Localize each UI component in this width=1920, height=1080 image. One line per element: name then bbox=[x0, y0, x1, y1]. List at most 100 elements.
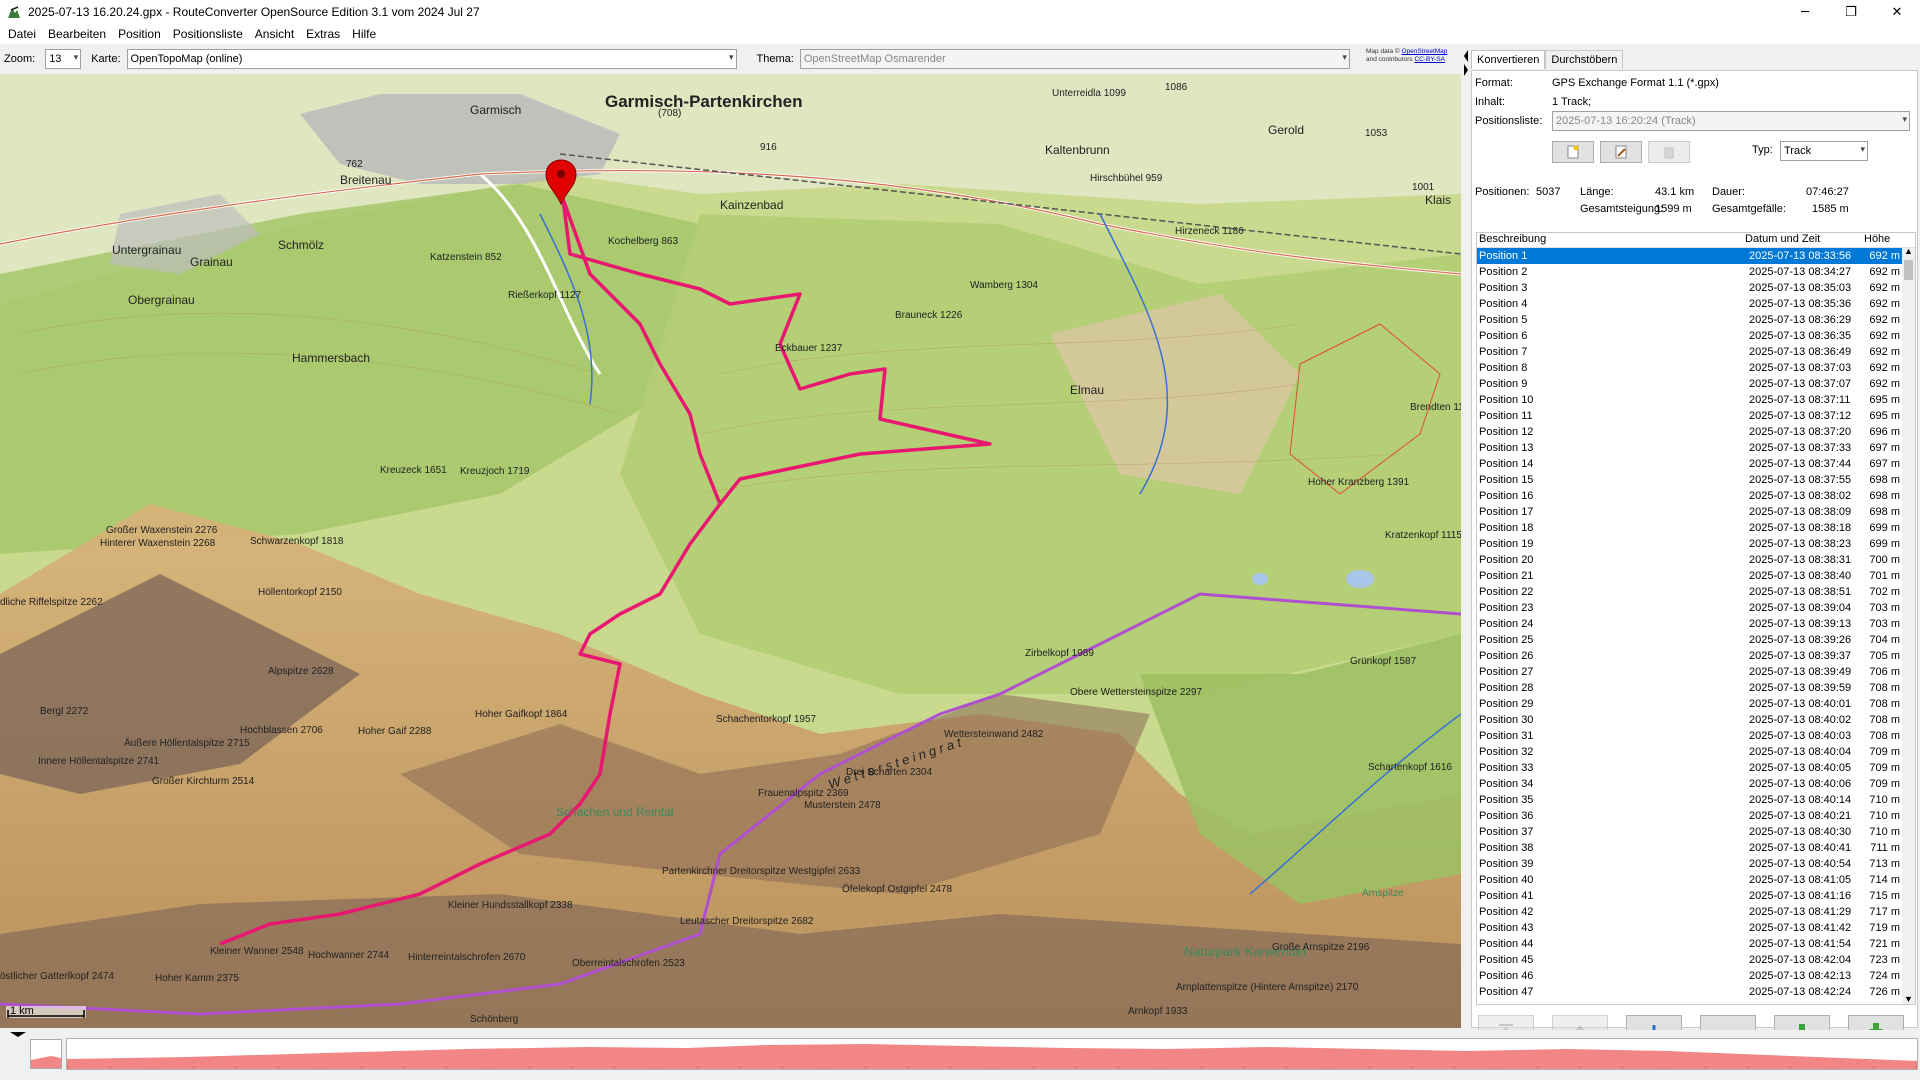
tab-konvertieren[interactable]: Konvertieren bbox=[1471, 50, 1546, 69]
menu-datei[interactable]: Datei bbox=[2, 27, 42, 41]
table-row[interactable]: Position 10 2025-07-13 08:37:11 695 m bbox=[1477, 392, 1915, 408]
table-row[interactable]: Position 23 2025-07-13 08:39:04 703 m bbox=[1477, 600, 1915, 616]
table-row[interactable]: Position 37 2025-07-13 08:40:30 710 m bbox=[1477, 824, 1915, 840]
col-beschreibung[interactable]: Beschreibung bbox=[1477, 233, 1743, 247]
profile-thumbnail[interactable] bbox=[30, 1039, 62, 1069]
minimize-button[interactable]: ─ bbox=[1782, 0, 1828, 24]
profile-chart[interactable] bbox=[66, 1038, 1918, 1070]
label-musterstein: Musterstein 2478 bbox=[804, 800, 881, 811]
table-row[interactable]: Position 9 2025-07-13 08:37:07 692 m bbox=[1477, 376, 1915, 392]
zoom-select[interactable]: 13 ▾ bbox=[45, 49, 82, 69]
positions-table[interactable]: Beschreibung Datum und Zeit Höhe Positio… bbox=[1476, 232, 1916, 1005]
table-row[interactable]: Position 3 2025-07-13 08:35:03 692 m bbox=[1477, 280, 1915, 296]
table-row[interactable]: Position 40 2025-07-13 08:41:05 714 m bbox=[1477, 872, 1915, 888]
table-row[interactable]: Position 42 2025-07-13 08:41:29 717 m bbox=[1477, 904, 1915, 920]
table-row[interactable]: Position 8 2025-07-13 08:37:03 692 m bbox=[1477, 360, 1915, 376]
label-arnplattenspitze: Arnplattenspitze (Hintere Arnspitze) 217… bbox=[1176, 982, 1359, 993]
collapse-icon[interactable] bbox=[8, 1030, 28, 1038]
chevron-down-icon[interactable]: ▼ bbox=[1904, 994, 1913, 1004]
menu-positionsliste[interactable]: Positionsliste bbox=[167, 27, 249, 41]
table-row[interactable]: Position 5 2025-07-13 08:36:29 692 m bbox=[1477, 312, 1915, 328]
table-row[interactable]: Position 18 2025-07-13 08:38:18 699 m bbox=[1477, 520, 1915, 536]
table-row[interactable]: Position 1 2025-07-13 08:33:56 692 m bbox=[1477, 248, 1915, 264]
osm-link[interactable]: OpenStreetMap bbox=[1402, 48, 1448, 55]
table-row[interactable]: Position 11 2025-07-13 08:37:12 695 m bbox=[1477, 408, 1915, 424]
table-row[interactable]: Position 32 2025-07-13 08:40:04 709 m bbox=[1477, 744, 1915, 760]
table-row[interactable]: Position 6 2025-07-13 08:36:35 692 m bbox=[1477, 328, 1915, 344]
table-row[interactable]: Position 15 2025-07-13 08:37:55 698 m bbox=[1477, 472, 1915, 488]
table-row[interactable]: Position 21 2025-07-13 08:38:40 701 m bbox=[1477, 568, 1915, 584]
label-wamberg: Wamberg 1304 bbox=[970, 280, 1038, 291]
cell-beschreibung: Position 7 bbox=[1479, 346, 1528, 358]
menu-extras[interactable]: Extras bbox=[300, 27, 346, 41]
cell-hoehe: 699 m bbox=[1869, 522, 1900, 534]
table-row[interactable]: Position 29 2025-07-13 08:40:01 708 m bbox=[1477, 696, 1915, 712]
rename-list-button[interactable] bbox=[1600, 141, 1642, 163]
table-row[interactable]: Position 13 2025-07-13 08:37:33 697 m bbox=[1477, 440, 1915, 456]
map-value: OpenTopoMap (online) bbox=[130, 53, 243, 65]
theme-select[interactable]: OpenStreetMap Osmarender ▾ bbox=[799, 49, 1350, 69]
table-row[interactable]: Position 43 2025-07-13 08:41:42 719 m bbox=[1477, 920, 1915, 936]
splitter[interactable] bbox=[1461, 46, 1469, 1030]
table-row[interactable]: Position 26 2025-07-13 08:39:37 705 m bbox=[1477, 648, 1915, 664]
table-row[interactable]: Position 47 2025-07-13 08:42:24 726 m bbox=[1477, 984, 1915, 1000]
label-schachentorkopf: Schachentorkopf 1957 bbox=[716, 714, 817, 725]
table-row[interactable]: Position 20 2025-07-13 08:38:31 700 m bbox=[1477, 552, 1915, 568]
table-row[interactable]: Position 4 2025-07-13 08:35:36 692 m bbox=[1477, 296, 1915, 312]
table-row[interactable]: Position 14 2025-07-13 08:37:44 697 m bbox=[1477, 456, 1915, 472]
table-row[interactable]: Position 17 2025-07-13 08:38:09 698 m bbox=[1477, 504, 1915, 520]
cell-hoehe: 702 m bbox=[1869, 586, 1900, 598]
cell-hoehe: 700 m bbox=[1869, 554, 1900, 566]
table-row[interactable]: Position 12 2025-07-13 08:37:20 696 m bbox=[1477, 424, 1915, 440]
cell-beschreibung: Position 19 bbox=[1479, 538, 1534, 550]
menu-position[interactable]: Position bbox=[112, 27, 167, 41]
table-row[interactable]: Position 30 2025-07-13 08:40:02 708 m bbox=[1477, 712, 1915, 728]
menu-bearbeiten[interactable]: Bearbeiten bbox=[42, 27, 112, 41]
tab-durchstoebern[interactable]: Durchstöbern bbox=[1545, 50, 1624, 69]
col-datum[interactable]: Datum und Zeit bbox=[1743, 233, 1862, 247]
new-list-button[interactable] bbox=[1552, 141, 1594, 163]
table-row[interactable]: Position 7 2025-07-13 08:36:49 692 m bbox=[1477, 344, 1915, 360]
table-row[interactable]: Position 22 2025-07-13 08:38:51 702 m bbox=[1477, 584, 1915, 600]
delete-list-button[interactable] bbox=[1648, 141, 1690, 163]
table-row[interactable]: Position 45 2025-07-13 08:42:04 723 m bbox=[1477, 952, 1915, 968]
cell-datum: 2025-07-13 08:40:21 bbox=[1749, 810, 1852, 822]
table-row[interactable]: Position 2 2025-07-13 08:34:27 692 m bbox=[1477, 264, 1915, 280]
scrollbar-thumb[interactable] bbox=[1904, 260, 1913, 280]
typ-select[interactable]: Track ▾ bbox=[1780, 141, 1868, 161]
license-link[interactable]: CC-BY-SA bbox=[1414, 56, 1444, 63]
table-row[interactable]: Position 24 2025-07-13 08:39:13 703 m bbox=[1477, 616, 1915, 632]
positionsliste-select[interactable]: 2025-07-13 16:20:24 (Track) ▾ bbox=[1552, 111, 1910, 131]
chevron-up-icon[interactable]: ▲ bbox=[1904, 246, 1913, 256]
table-row[interactable]: Position 36 2025-07-13 08:40:21 710 m bbox=[1477, 808, 1915, 824]
table-row[interactable]: Position 25 2025-07-13 08:39:26 704 m bbox=[1477, 632, 1915, 648]
table-row[interactable]: Position 19 2025-07-13 08:38:23 699 m bbox=[1477, 536, 1915, 552]
trash-icon bbox=[1664, 147, 1674, 159]
topo-map[interactable]: Garmisch-Partenkirchen Garmisch Kaltenbr… bbox=[0, 74, 1461, 1028]
table-row[interactable]: Position 46 2025-07-13 08:42:13 724 m bbox=[1477, 968, 1915, 984]
table-row[interactable]: Position 39 2025-07-13 08:40:54 713 m bbox=[1477, 856, 1915, 872]
table-row[interactable]: Position 35 2025-07-13 08:40:14 710 m bbox=[1477, 792, 1915, 808]
cell-beschreibung: Position 29 bbox=[1479, 698, 1534, 710]
window-title: 2025-07-13 16.20.24.gpx - RouteConverter… bbox=[28, 5, 480, 19]
table-row[interactable]: Position 34 2025-07-13 08:40:06 709 m bbox=[1477, 776, 1915, 792]
table-row[interactable]: Position 41 2025-07-13 08:41:16 715 m bbox=[1477, 888, 1915, 904]
table-row[interactable]: Position 28 2025-07-13 08:39:59 708 m bbox=[1477, 680, 1915, 696]
table-row[interactable]: Position 38 2025-07-13 08:40:41 711 m bbox=[1477, 840, 1915, 856]
menu-hilfe[interactable]: Hilfe bbox=[346, 27, 382, 41]
table-row[interactable]: Position 27 2025-07-13 08:39:49 706 m bbox=[1477, 664, 1915, 680]
map-select[interactable]: OpenTopoMap (online) ▾ bbox=[126, 49, 737, 69]
maximize-button[interactable]: ❐ bbox=[1828, 0, 1874, 24]
col-hoehe[interactable]: Höhe bbox=[1862, 233, 1902, 247]
label-hinterreintalschrofen: Hinterreintalschrofen 2670 bbox=[408, 952, 526, 963]
menu-ansicht[interactable]: Ansicht bbox=[249, 27, 300, 41]
table-row[interactable]: Position 31 2025-07-13 08:40:03 708 m bbox=[1477, 728, 1915, 744]
chevron-down-icon: ▾ bbox=[1342, 52, 1347, 62]
new-document-icon bbox=[1567, 145, 1579, 159]
table-row[interactable]: Position 16 2025-07-13 08:38:02 698 m bbox=[1477, 488, 1915, 504]
table-row[interactable]: Position 44 2025-07-13 08:41:54 721 m bbox=[1477, 936, 1915, 952]
close-button[interactable]: ✕ bbox=[1874, 0, 1920, 24]
table-row[interactable]: Position 33 2025-07-13 08:40:05 709 m bbox=[1477, 760, 1915, 776]
table-scrollbar[interactable]: ▲ ▼ bbox=[1902, 246, 1915, 1004]
map-view[interactable]: Garmisch-Partenkirchen Garmisch Kaltenbr… bbox=[0, 74, 1461, 1028]
